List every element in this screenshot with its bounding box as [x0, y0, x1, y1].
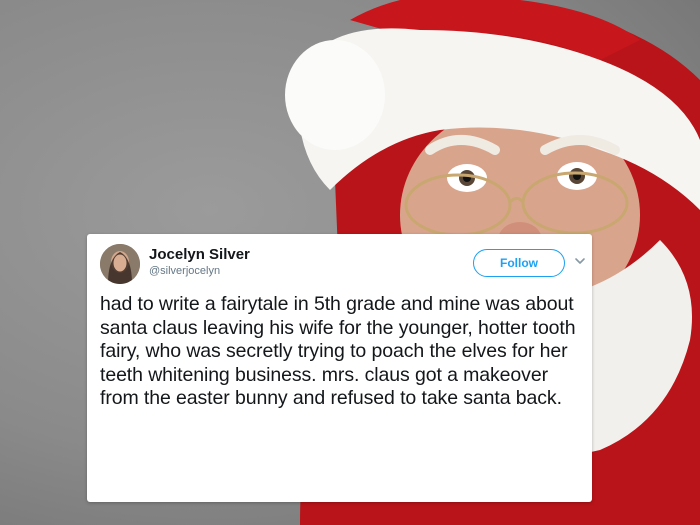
author-name[interactable]: Jocelyn Silver — [149, 246, 250, 263]
tweet-text: had to write a fairytale in 5th grade an… — [100, 293, 576, 410]
tweet-card: Jocelyn Silver @silverjocelyn Follow had… — [87, 234, 592, 502]
author-handle[interactable]: @silverjocelyn — [149, 265, 220, 277]
chevron-down-icon[interactable] — [574, 254, 586, 268]
avatar-image — [100, 244, 140, 284]
follow-button[interactable]: Follow — [473, 249, 565, 277]
avatar[interactable] — [100, 244, 140, 284]
